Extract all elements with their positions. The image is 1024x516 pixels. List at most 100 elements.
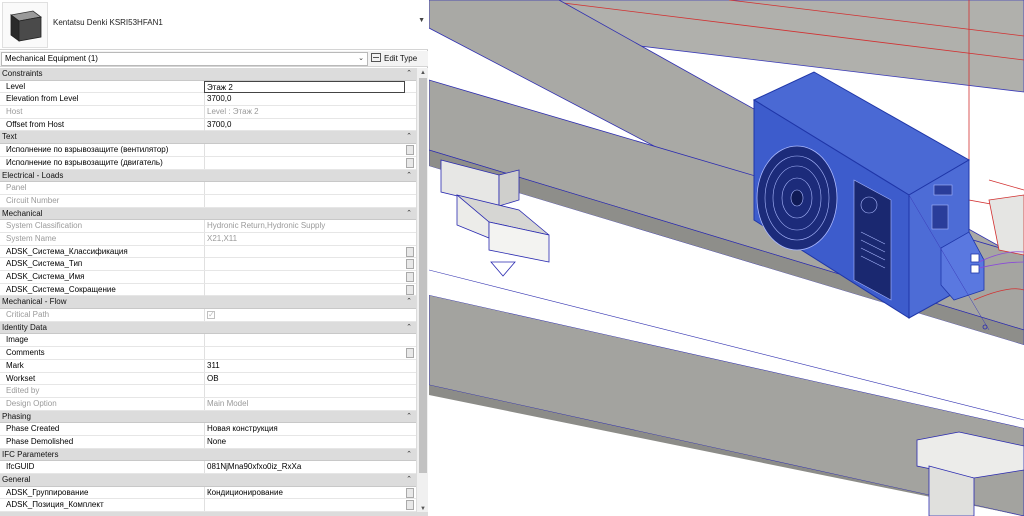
property-name: ADSK_Группирование [6, 487, 89, 497]
property-value-field[interactable] [204, 499, 405, 512]
instance-filter-label: Mechanical Equipment (1) [5, 54, 98, 63]
collapse-chevron-icon[interactable]: ⌃ [406, 322, 412, 334]
property-value-field[interactable]: Новая конструкция [204, 423, 405, 436]
edit-type-button[interactable]: Edit Type [371, 52, 426, 66]
property-name: Level [6, 81, 26, 91]
equipment-box-icon [2, 2, 48, 48]
property-value-field [204, 385, 405, 398]
property-name: Circuit Number [6, 195, 60, 205]
group-label: IFC Parameters [2, 449, 59, 459]
property-row: ADSK_Система_Тип [0, 258, 416, 271]
properties-grid: Constraints ⌃ Level Этаж 2 Elevation from Le… [0, 68, 416, 514]
parameter-edit-button[interactable] [406, 246, 414, 257]
property-group-header[interactable]: Mechanical ⌃ [0, 207, 416, 221]
property-value-field[interactable]: 3700,0 [204, 118, 405, 131]
parameter-edit-button[interactable] [406, 500, 414, 511]
property-row: System Name X21,X11 [0, 232, 416, 246]
collapse-chevron-icon[interactable]: ⌃ [406, 474, 412, 486]
3d-view-canvas[interactable] [429, 0, 1024, 516]
property-value-field[interactable] [204, 347, 405, 360]
property-group-header[interactable]: Text ⌃ [0, 131, 416, 145]
properties-scrollbar[interactable]: ▲ ▼ [416, 68, 428, 514]
property-row: Исполнение по взрывозащите (вентилятор) [0, 144, 416, 157]
property-row: Offset from Host 3700,0 [0, 118, 416, 132]
property-value-field[interactable] [204, 156, 405, 169]
property-value-field[interactable]: 311 [204, 359, 405, 372]
property-value-field[interactable] [204, 258, 405, 271]
collapse-chevron-icon[interactable]: ⌃ [406, 449, 412, 461]
group-label: Mechanical - Flow [2, 297, 67, 307]
property-row: Critical Path [0, 309, 416, 322]
property-name: Host [6, 107, 23, 117]
property-name: Workset [6, 373, 36, 383]
collapse-chevron-icon[interactable]: ⌃ [406, 170, 412, 182]
collapse-chevron-icon[interactable]: ⌃ [406, 131, 412, 143]
property-name: ADSK_Система_Классификация [6, 246, 128, 256]
property-name: ADSK_Система_Сокращение [6, 284, 116, 294]
property-value-field: Level : Этаж 2 [204, 106, 405, 119]
collapse-chevron-icon[interactable]: ⌃ [406, 411, 412, 423]
property-row: System Classification Hydronic Return,Hyd… [0, 220, 416, 233]
property-row: Workset OB [0, 372, 416, 386]
group-label: Mechanical [2, 208, 43, 218]
property-value-field[interactable]: OB [204, 372, 405, 385]
property-value-field [204, 194, 405, 207]
collapse-chevron-icon[interactable]: ⌃ [406, 208, 412, 220]
chevron-down-icon: ⌄ [358, 55, 364, 62]
property-group-header[interactable]: Electrical - Loads ⌃ [0, 169, 416, 183]
property-row: Phase Demolished None [0, 435, 416, 449]
property-name: Design Option [6, 398, 57, 408]
scroll-up-icon[interactable]: ▲ [417, 68, 429, 78]
property-row: ADSK_Позиция_Комплект [0, 499, 416, 513]
group-label: Electrical - Loads [2, 170, 64, 180]
property-name: Mark [6, 360, 24, 370]
property-value-field[interactable]: Кондиционирование [204, 486, 405, 499]
scrollbar-thumb[interactable] [419, 78, 427, 473]
property-value-field[interactable] [204, 271, 405, 283]
property-row: Level Этаж 2 [0, 80, 416, 94]
property-group-header[interactable]: Phasing ⌃ [0, 410, 416, 424]
parameter-edit-button[interactable] [406, 145, 414, 156]
property-value-field[interactable]: None [204, 435, 405, 448]
property-row: Elevation from Level 3700,0 [0, 93, 416, 107]
property-group-header[interactable]: Mechanical - Flow ⌃ [0, 296, 416, 310]
chevron-down-icon[interactable]: ▼ [418, 17, 425, 24]
property-value-field[interactable]: Этаж 2 [204, 80, 405, 93]
property-value-field: Hydronic Return,Hydronic Supply [204, 220, 405, 233]
property-value-field[interactable] [204, 144, 405, 157]
collapse-chevron-icon[interactable]: ⌃ [406, 296, 412, 308]
property-name: Elevation from Level [6, 94, 79, 104]
parameter-edit-button[interactable] [406, 487, 414, 498]
property-row: Panel [0, 182, 416, 195]
parameter-edit-button[interactable] [406, 259, 414, 270]
property-group-header[interactable]: General ⌃ [0, 474, 416, 487]
family-type-name: Kentatsu Denki KSRI53HFAN1 [53, 18, 163, 27]
property-group-header[interactable]: Identity Data ⌃ [0, 321, 416, 335]
property-value-field[interactable]: 3700,0 [204, 93, 405, 106]
property-group-header[interactable]: IFC Parameters ⌃ [0, 448, 416, 462]
property-value-field[interactable] [204, 334, 405, 347]
instance-filter-dropdown[interactable]: Mechanical Equipment (1) ⌄ [1, 52, 368, 66]
properties-palette: Kentatsu Denki KSRI53HFAN1 ▼ Mechanical … [0, 0, 428, 516]
parameter-edit-button[interactable] [406, 157, 414, 168]
property-row: Circuit Number [0, 194, 416, 208]
group-label: Text [2, 132, 17, 142]
group-label: Phasing [2, 411, 31, 421]
parameter-edit-button[interactable] [406, 272, 414, 282]
parameter-edit-button[interactable] [406, 348, 414, 359]
type-selector[interactable]: Kentatsu Denki KSRI53HFAN1 ▼ [0, 0, 428, 50]
property-row: Image [0, 334, 416, 348]
property-value-field[interactable] [204, 283, 405, 296]
property-name: Offset from Host [6, 119, 65, 129]
property-name: Edited by [6, 386, 40, 396]
property-value-field[interactable]: 081NjMna90xfxo0iz_RxXa [204, 461, 405, 474]
property-row: Host Level : Этаж 2 [0, 106, 416, 119]
property-row: Phase Created Новая конструкция [0, 423, 416, 436]
property-value-field[interactable] [204, 245, 405, 258]
parameter-edit-button[interactable] [406, 284, 414, 295]
property-value-field: Main Model [204, 397, 405, 410]
palette-bottom-edge [0, 512, 428, 516]
collapse-chevron-icon[interactable]: ⌃ [406, 68, 412, 80]
property-row: Edited by [0, 385, 416, 398]
property-group-header[interactable]: Constraints ⌃ [0, 68, 416, 81]
